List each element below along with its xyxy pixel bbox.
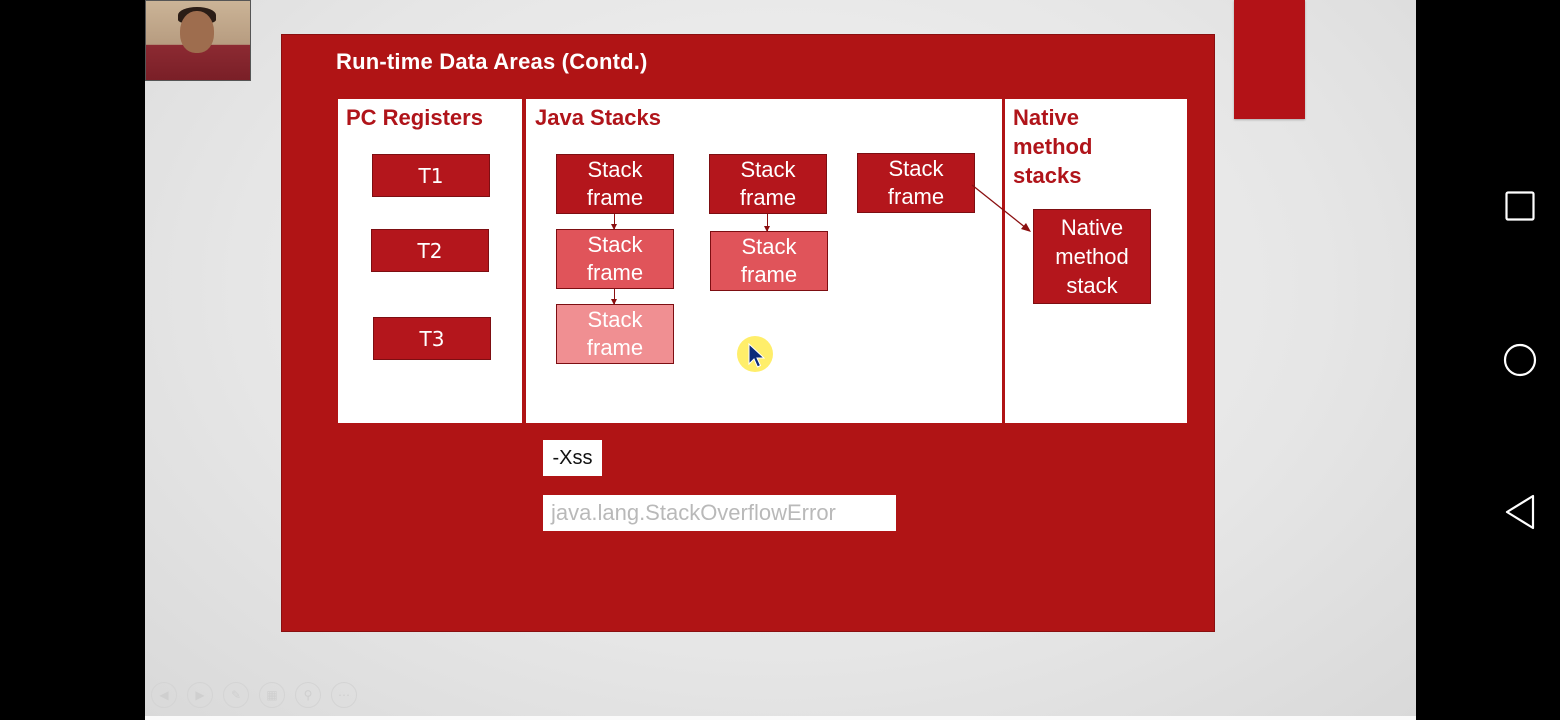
pointer-cursor-icon — [748, 343, 765, 368]
pc-registers-panel: PC Registers T1 T2 T3 — [338, 99, 522, 423]
stack-frame: Stack frame — [857, 153, 975, 213]
frame-arrow — [764, 214, 770, 232]
slideshow-toolbar: ◀ ▶ ✎ ▦ ⚲ ⋯ — [151, 682, 357, 708]
more-icon[interactable]: ⋯ — [331, 682, 357, 708]
recents-icon[interactable] — [1498, 184, 1542, 228]
android-navigation-bar — [1478, 0, 1560, 720]
bottom-strip — [145, 716, 1416, 720]
thread-register-t1: T1 — [372, 154, 490, 197]
slide: Run-time Data Areas (Contd.) PC Register… — [281, 34, 1215, 632]
slides-icon[interactable]: ▦ — [259, 682, 285, 708]
native-method-stacks-title: Native method stacks — [1013, 105, 1093, 188]
webcam-thumbnail[interactable] — [145, 0, 251, 81]
stack-frame: Stack frame — [709, 154, 827, 214]
native-call-arrow — [971, 184, 1031, 232]
next-icon[interactable]: ▶ — [187, 682, 213, 708]
stack-overflow-error-label: java.lang.StackOverflowError — [543, 495, 896, 531]
xss-option-label: -Xss — [543, 440, 602, 476]
native-method-stacks-panel: Native method stacks Native method stack — [1005, 99, 1187, 423]
pen-icon[interactable]: ✎ — [223, 682, 249, 708]
slide-title: Run-time Data Areas (Contd.) — [336, 49, 648, 74]
presentation-viewer: Run-time Data Areas (Contd.) PC Register… — [145, 0, 1416, 716]
zoom-icon[interactable]: ⚲ — [295, 682, 321, 708]
java-stacks-panel: Java Stacks Stack frame Stack frame Stac… — [526, 99, 1002, 423]
native-method-stack-box: Native method stack — [1033, 209, 1151, 304]
stack-frame: Stack frame — [556, 154, 674, 214]
stack-frame: Stack frame — [556, 304, 674, 364]
thread-register-t2: T2 — [371, 229, 489, 272]
presenter-face — [180, 11, 214, 53]
thread-register-t3: T3 — [373, 317, 491, 360]
frame-arrow — [611, 214, 617, 230]
stack-frame: Stack frame — [710, 231, 828, 291]
accent-tab — [1234, 0, 1305, 119]
stack-frame: Stack frame — [556, 229, 674, 289]
home-icon[interactable] — [1498, 338, 1542, 382]
pc-registers-title: PC Registers — [346, 105, 483, 130]
back-icon[interactable] — [1498, 490, 1542, 534]
frame-arrow — [611, 289, 617, 305]
java-stacks-title: Java Stacks — [535, 105, 661, 130]
prev-icon[interactable]: ◀ — [151, 682, 177, 708]
